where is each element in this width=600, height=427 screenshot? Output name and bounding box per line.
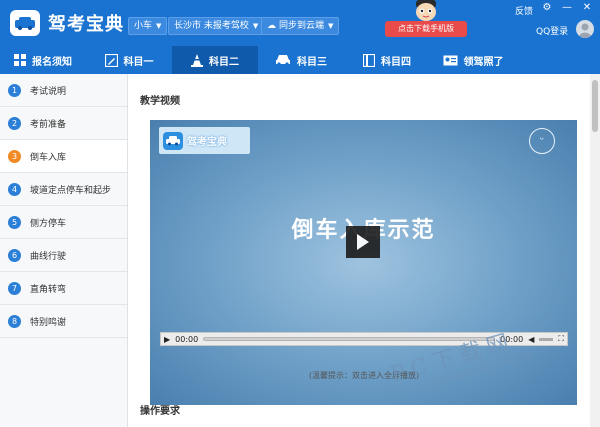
fullscreen-hint: (温馨提示：双击进入全屏播放) xyxy=(308,371,420,380)
sidebar-item-preparation[interactable]: 2 考前准备 xyxy=(0,107,127,140)
settings-icon[interactable]: ⚙ xyxy=(541,2,553,13)
content-scrollbar[interactable] xyxy=(590,74,600,427)
item-number: 7 xyxy=(8,281,21,295)
minimize-icon[interactable]: — xyxy=(561,2,573,13)
school-select[interactable]: 长沙市 未报考驾校 ▼ xyxy=(168,17,265,35)
grid-icon xyxy=(14,54,26,66)
chevron-down-icon: ▼ xyxy=(252,22,259,30)
tab-label: 领驾照了 xyxy=(463,56,504,68)
sidebar-item-label: 倒车入库 xyxy=(30,152,67,163)
tab-label: 科目二 xyxy=(209,56,239,68)
sidebar-item-label: 考试说明 xyxy=(30,86,67,97)
sidebar-item-label: 特别鸣谢 xyxy=(30,317,67,328)
book-icon xyxy=(363,53,375,67)
smiley-icon: ᵕ xyxy=(529,128,555,154)
app-logo-icon xyxy=(10,10,40,36)
volume-slider[interactable] xyxy=(539,337,554,341)
volume-icon[interactable]: ◀ xyxy=(528,335,534,344)
cloud-icon: ☁ xyxy=(267,21,276,31)
tab-label: 科目一 xyxy=(123,56,154,68)
sidebar-item-label: 曲线行驶 xyxy=(30,251,67,262)
scroll-thumb[interactable] xyxy=(592,80,598,132)
tab-subject-one[interactable]: 科目一 xyxy=(86,46,172,74)
play-icon[interactable] xyxy=(346,226,380,258)
sidebar-item-hill-start[interactable]: 4 坡道定点停车和起步 xyxy=(0,173,127,206)
card-icon xyxy=(443,55,457,65)
tab-subject-three[interactable]: 科目三 xyxy=(258,46,344,74)
sidebar-item-label: 侧方停车 xyxy=(30,218,67,229)
video-section-title: 教学视频 xyxy=(140,96,180,107)
sidebar-item-label: 坡道定点停车和起步 xyxy=(30,185,112,196)
sidebar-item-right-angle-turn[interactable]: 7 直角转弯 xyxy=(0,272,127,305)
main-content: 教学视频 驾考宝典 ᵕ 倒车入库示范 ▶ 00:00 00:00 ◀ ⛶ (温馨… xyxy=(128,74,600,427)
tab-subject-two[interactable]: 科目二 xyxy=(172,46,258,74)
qq-login-link[interactable]: QQ登录 xyxy=(536,24,568,37)
tab-label: 科目三 xyxy=(297,56,327,68)
sync-cloud-button[interactable]: ☁ 同步到云端 ▼ xyxy=(261,17,340,35)
sidebar-item-curve-driving[interactable]: 6 曲线行驶 xyxy=(0,239,127,272)
sidebar-item-label: 直角转弯 xyxy=(30,284,67,295)
avatar[interactable] xyxy=(576,20,594,38)
chevron-down-icon: ▼ xyxy=(156,22,162,30)
school-label: 长沙市 未报考驾校 xyxy=(174,21,249,31)
control-play-icon[interactable]: ▶ xyxy=(164,335,170,344)
tab-label: 科目四 xyxy=(381,56,411,68)
tab-license[interactable]: 领驾照了 xyxy=(430,46,516,74)
video-brand-logo: 驾考宝典 xyxy=(159,127,250,154)
title-bar: 驾考宝典 小车 ▼ 长沙市 未报考驾校 ▼ ☁ 同步到云端 ▼ 点击下载手机版 反馈 ⚙… xyxy=(0,0,600,46)
car-type-label: 小车 xyxy=(134,21,153,31)
close-icon[interactable]: ✕ xyxy=(581,2,593,13)
tab-subject-four[interactable]: 科目四 xyxy=(344,46,430,74)
car-type-select[interactable]: 小车 ▼ xyxy=(128,17,168,35)
sidebar-item-side-parking[interactable]: 5 侧方停车 xyxy=(0,206,127,239)
item-number: 3 xyxy=(8,149,21,163)
requirements-title: 操作要求 xyxy=(140,406,180,417)
item-number: 8 xyxy=(8,314,21,328)
chevron-down-icon: ▼ xyxy=(328,22,334,30)
item-number: 5 xyxy=(8,215,21,229)
item-number: 2 xyxy=(8,116,21,130)
tab-registration[interactable]: 报名须知 xyxy=(0,46,86,74)
time-current: 00:00 xyxy=(175,334,199,344)
download-mobile-button[interactable]: 点击下载手机版 xyxy=(385,21,467,37)
sidebar-item-exam-info[interactable]: 1 考试说明 xyxy=(0,74,127,107)
sidebar-item-reverse-parking[interactable]: 3 倒车入库 xyxy=(0,140,127,173)
sidebar-item-label: 考前准备 xyxy=(30,119,67,130)
fullscreen-icon[interactable]: ⛶ xyxy=(558,334,564,344)
subject-nav: 报名须知 科目一 科目二 科目三 科目四 领驾照了 xyxy=(0,46,600,74)
tab-label: 报名须知 xyxy=(32,56,72,68)
sync-label: 同步到云端 xyxy=(279,21,325,31)
cone-icon xyxy=(191,53,203,67)
item-number: 6 xyxy=(8,248,21,262)
sidebar: 1 考试说明 2 考前准备 3 倒车入库 4 坡道定点停车和起步 5 侧方停车 6 曲线行驶… xyxy=(0,74,128,427)
feedback-link[interactable]: 反馈 xyxy=(515,4,533,17)
video-brand-text: 驾考宝典 xyxy=(187,137,227,148)
item-number: 1 xyxy=(8,83,21,97)
item-number: 4 xyxy=(8,182,21,196)
app-title: 驾考宝典 xyxy=(48,14,124,35)
sidebar-item-thanks[interactable]: 8 特别鸣谢 xyxy=(0,305,127,338)
car-icon xyxy=(276,55,290,66)
car-logo-icon xyxy=(163,131,183,150)
pencil-icon xyxy=(104,53,118,67)
